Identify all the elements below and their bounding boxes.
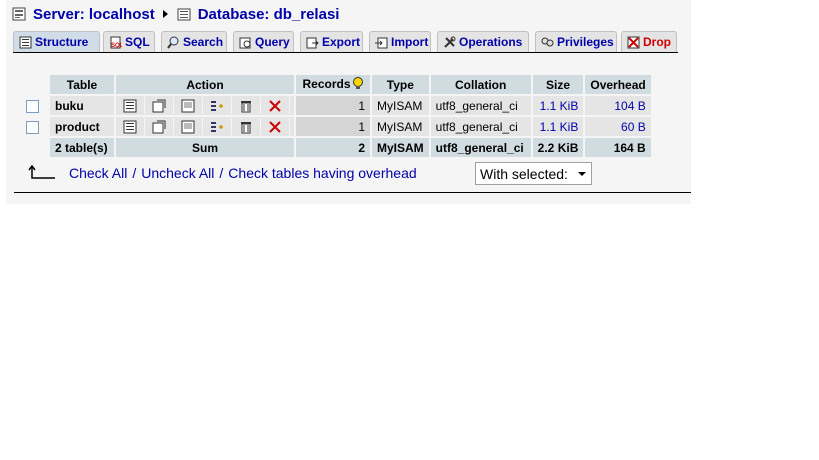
with-selected-value: With selected: — [480, 165, 568, 182]
size-link[interactable]: 1.1 KiB — [532, 96, 584, 115]
tab-search[interactable]: Search — [161, 31, 227, 52]
table-header-row: Table Action Records Type Collation Size… — [17, 75, 651, 94]
summary-row: 2 table(s) Sum 2 MyISAM utf8_general_ci … — [17, 138, 651, 157]
tab-query[interactable]: Query — [233, 31, 294, 52]
breadcrumb-arrow-icon — [162, 10, 168, 18]
structure-icon[interactable] — [145, 118, 174, 135]
table-row: buku 1 MyISAM utf8_general_ci 1.1 KiB 10… — [17, 96, 651, 115]
insert-icon[interactable] — [203, 118, 232, 135]
tab-label: Drop — [643, 35, 671, 49]
operations-icon — [443, 36, 456, 49]
type-value: MyISAM — [372, 96, 429, 115]
tab-structure[interactable]: Structure — [13, 31, 100, 52]
summary-records: 2 — [296, 138, 370, 157]
browse-icon[interactable] — [116, 118, 145, 135]
breadcrumb: Server: localhost Database: db_relasi — [12, 4, 339, 24]
query-icon — [239, 36, 252, 49]
tab-label: Privileges — [557, 35, 614, 49]
tab-operations[interactable]: Operations — [437, 31, 529, 52]
tab-label: Search — [183, 35, 224, 49]
records-value: 1 — [296, 117, 370, 136]
breadcrumb-server[interactable]: Server: localhost — [33, 6, 155, 23]
tab-sql[interactable]: SQL SQL — [103, 31, 155, 52]
tab-label: Operations — [459, 35, 523, 49]
summary-label: Sum — [116, 138, 294, 157]
column-header-records[interactable]: Records — [296, 75, 370, 94]
chevron-down-icon — [578, 172, 586, 176]
summary-size: 2.2 KiB — [532, 138, 584, 157]
with-selected-dropdown[interactable]: With selected: — [475, 162, 592, 185]
summary-overhead: 164 B — [585, 138, 651, 157]
table-name-link[interactable]: product — [50, 117, 114, 136]
tab-label: Query — [255, 35, 290, 49]
insert-icon[interactable] — [203, 97, 232, 114]
table-name-link[interactable]: buku — [50, 96, 114, 115]
privileges-icon — [541, 36, 554, 49]
tab-privileges[interactable]: Privileges — [535, 31, 617, 52]
column-header-action: Action — [116, 75, 294, 94]
overhead-link[interactable]: 104 B — [585, 96, 651, 115]
collation-value: utf8_general_ci — [430, 96, 531, 115]
row-checkbox[interactable] — [26, 99, 39, 113]
search-icon[interactable] — [174, 118, 203, 135]
import-icon — [375, 36, 388, 49]
column-header-collation: Collation — [430, 75, 531, 94]
hint-bulb-icon[interactable] — [352, 76, 364, 93]
separator: / — [219, 165, 224, 181]
summary-type: MyISAM — [372, 138, 429, 157]
empty-icon[interactable] — [232, 97, 261, 114]
drop-icon[interactable] — [261, 118, 290, 135]
tab-label: SQL — [125, 35, 150, 49]
browse-icon[interactable] — [116, 97, 145, 114]
row-checkbox[interactable] — [26, 120, 39, 134]
empty-icon[interactable] — [232, 118, 261, 135]
structure-icon[interactable] — [145, 97, 174, 114]
records-value: 1 — [296, 96, 370, 115]
bottom-divider — [14, 192, 691, 193]
svg-text:SQL: SQL — [111, 43, 122, 49]
drop-icon — [627, 36, 640, 49]
breadcrumb-database[interactable]: Database: db_relasi — [198, 6, 340, 23]
summary-table-count: 2 table(s) — [50, 138, 114, 157]
bulk-actions: Check All / Uncheck All / Check tables h… — [27, 163, 417, 183]
column-header-overhead: Overhead — [585, 75, 651, 94]
sql-icon: SQL — [109, 36, 124, 49]
tab-drop[interactable]: Drop — [621, 31, 677, 52]
column-header-table[interactable]: Table — [50, 75, 114, 94]
database-icon — [177, 7, 191, 21]
structure-icon — [19, 36, 32, 49]
summary-collation: utf8_general_ci — [430, 138, 531, 157]
action-cell — [116, 117, 294, 136]
tab-import[interactable]: Import — [369, 31, 431, 52]
type-value: MyISAM — [372, 117, 429, 136]
uncheck-all-link[interactable]: Uncheck All — [141, 165, 214, 181]
drop-icon[interactable] — [261, 97, 290, 114]
tab-underline — [13, 52, 678, 53]
tab-label: Import — [391, 35, 429, 49]
column-header-label: Records — [302, 76, 351, 91]
check-all-link[interactable]: Check All — [69, 165, 127, 181]
search-icon — [167, 36, 180, 49]
tab-label: Export — [322, 35, 361, 49]
tables-list: Table Action Records Type Collation Size… — [15, 73, 653, 159]
tab-label: Structure — [35, 35, 89, 49]
collation-value: utf8_general_ci — [430, 117, 531, 136]
tab-export[interactable]: Export — [300, 31, 363, 52]
check-overhead-link[interactable]: Check tables having overhead — [228, 165, 416, 181]
select-arrow-icon — [27, 164, 63, 181]
export-icon — [306, 36, 319, 49]
table-row: product 1 MyISAM utf8_general_ci 1.1 KiB… — [17, 117, 651, 136]
column-header-type: Type — [372, 75, 429, 94]
search-icon[interactable] — [174, 97, 203, 114]
column-header-size: Size — [532, 75, 584, 94]
size-link[interactable]: 1.1 KiB — [532, 117, 584, 136]
overhead-link[interactable]: 60 B — [585, 117, 651, 136]
server-icon — [12, 7, 26, 21]
action-cell — [116, 96, 294, 115]
separator: / — [132, 165, 137, 181]
